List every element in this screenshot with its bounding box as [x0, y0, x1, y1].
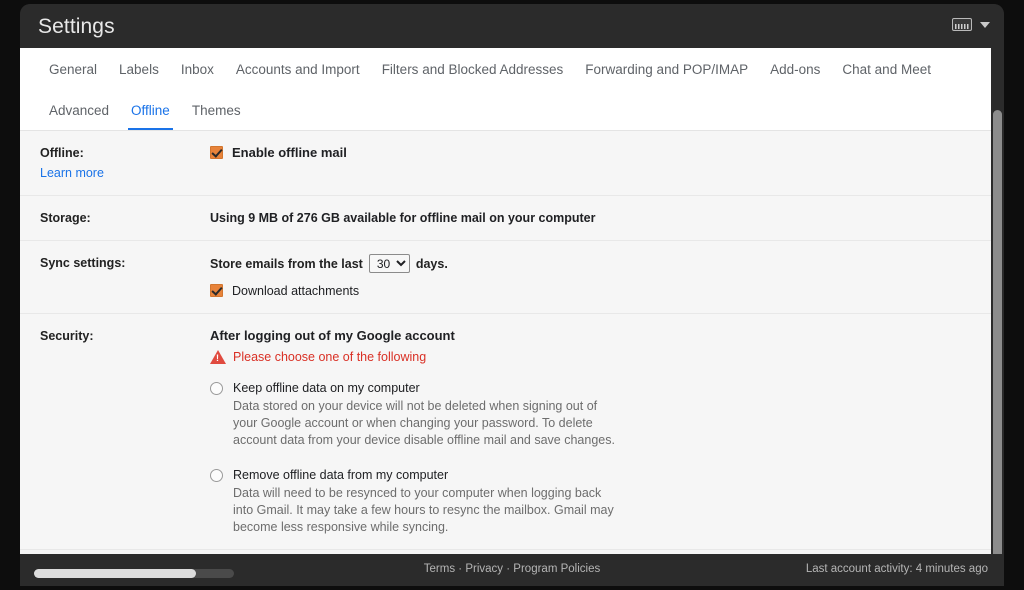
tab-offline[interactable]: Offline: [120, 89, 181, 130]
option-keep-offline-data[interactable]: Keep offline data on my computer Data st…: [210, 380, 980, 449]
security-heading: After logging out of my Google account: [210, 328, 455, 343]
tab-general[interactable]: General: [38, 48, 108, 89]
enable-offline-mail-row[interactable]: Enable offline mail: [210, 144, 980, 162]
privacy-link[interactable]: Privacy: [465, 563, 503, 575]
row-offline: Offline: Learn more Enable offline mail: [20, 131, 1004, 196]
tab-labels[interactable]: Labels: [108, 48, 170, 89]
download-attachments-checkbox[interactable]: [210, 284, 223, 297]
row-sync-settings: Sync settings: Store emails from the las…: [20, 241, 1004, 314]
security-warning: Please choose one of the following: [210, 348, 980, 366]
enable-offline-mail-label: Enable offline mail: [232, 145, 347, 160]
titlebar-actions: [952, 18, 990, 31]
keyboard-icon[interactable]: [952, 18, 972, 31]
offline-label-cell: Offline: Learn more: [20, 144, 210, 182]
security-warning-text: Please choose one of the following: [233, 350, 427, 364]
tab-accounts-and-import[interactable]: Accounts and Import: [225, 48, 371, 89]
remove-offline-data-radio[interactable]: [210, 469, 223, 482]
keep-offline-data-title: Keep offline data on my computer: [233, 381, 420, 395]
offline-label: Offline:: [40, 146, 84, 160]
tab-inbox[interactable]: Inbox: [170, 48, 225, 89]
store-emails-suffix: days.: [415, 256, 448, 271]
horizontal-scrollbar-thumb[interactable]: [34, 569, 196, 578]
last-account-activity: Last account activity: 4 minutes ago: [805, 563, 988, 575]
page-title: Settings: [38, 15, 115, 38]
store-emails-line: Store emails from the last 30 days.: [210, 254, 980, 273]
keep-offline-data-text: Keep offline data on my computer Data st…: [233, 380, 618, 449]
title-bar: Settings: [20, 4, 1004, 48]
terms-link[interactable]: Terms: [424, 563, 455, 575]
footer-sep-1: ·: [458, 563, 463, 575]
storage-body: Using 9 MB of 276 GB available for offli…: [210, 209, 1004, 227]
tab-add-ons[interactable]: Add-ons: [759, 48, 831, 89]
sync-settings-label: Sync settings:: [40, 256, 126, 270]
vertical-scrollbar-track[interactable]: [991, 48, 1004, 570]
storage-usage-text: Using 9 MB of 276 GB available for offli…: [210, 211, 596, 225]
tab-themes[interactable]: Themes: [181, 89, 252, 130]
warning-triangle-icon: [210, 350, 226, 364]
program-policies-link[interactable]: Program Policies: [513, 563, 600, 575]
tab-filters-and-blocked-addresses[interactable]: Filters and Blocked Addresses: [371, 48, 575, 89]
row-storage: Storage: Using 9 MB of 276 GB available …: [20, 196, 1004, 241]
tab-chat-and-meet[interactable]: Chat and Meet: [831, 48, 942, 89]
tab-forwarding-and-pop-imap[interactable]: Forwarding and POP/IMAP: [574, 48, 759, 89]
tab-row: General Labels Inbox Accounts and Import…: [20, 48, 1004, 130]
settings-window: Settings General Labels Inbox Accounts a…: [20, 4, 1004, 586]
remove-offline-data-description: Data will need to be resynced to your co…: [233, 486, 614, 534]
chevron-down-icon[interactable]: [980, 21, 990, 28]
enable-offline-mail-checkbox[interactable]: [210, 146, 223, 159]
security-options: Keep offline data on my computer Data st…: [210, 380, 980, 536]
security-body: After logging out of my Google account P…: [210, 327, 1004, 536]
remove-offline-data-text: Remove offline data from my computer Dat…: [233, 467, 618, 536]
settings-list: Offline: Learn more Enable offline mail …: [20, 131, 1004, 554]
learn-more-link[interactable]: Learn more: [40, 164, 210, 182]
option-remove-offline-data[interactable]: Remove offline data from my computer Dat…: [210, 467, 980, 536]
sync-settings-body: Store emails from the last 30 days. Down…: [210, 254, 1004, 300]
remove-offline-data-title: Remove offline data from my computer: [233, 468, 449, 482]
row-security: Security: After logging out of my Google…: [20, 314, 1004, 550]
tab-advanced[interactable]: Advanced: [38, 89, 120, 130]
store-emails-prefix: Store emails from the last: [210, 256, 363, 271]
vertical-scrollbar-thumb[interactable]: [993, 110, 1002, 570]
settings-page: General Labels Inbox Accounts and Import…: [20, 48, 1004, 554]
keep-offline-data-description: Data stored on your device will not be d…: [233, 399, 615, 447]
keep-offline-data-radio[interactable]: [210, 382, 223, 395]
horizontal-scrollbar-track[interactable]: [34, 569, 234, 578]
settings-tabs: General Labels Inbox Accounts and Import…: [20, 48, 1004, 131]
footer-sep-2: ·: [506, 563, 511, 575]
security-label: Security:: [40, 329, 94, 343]
sync-days-select[interactable]: 30: [368, 254, 410, 273]
download-attachments-label: Download attachments: [232, 284, 360, 298]
download-attachments-row[interactable]: Download attachments: [210, 282, 980, 300]
offline-body: Enable offline mail: [210, 144, 1004, 182]
storage-label: Storage:: [40, 211, 91, 225]
